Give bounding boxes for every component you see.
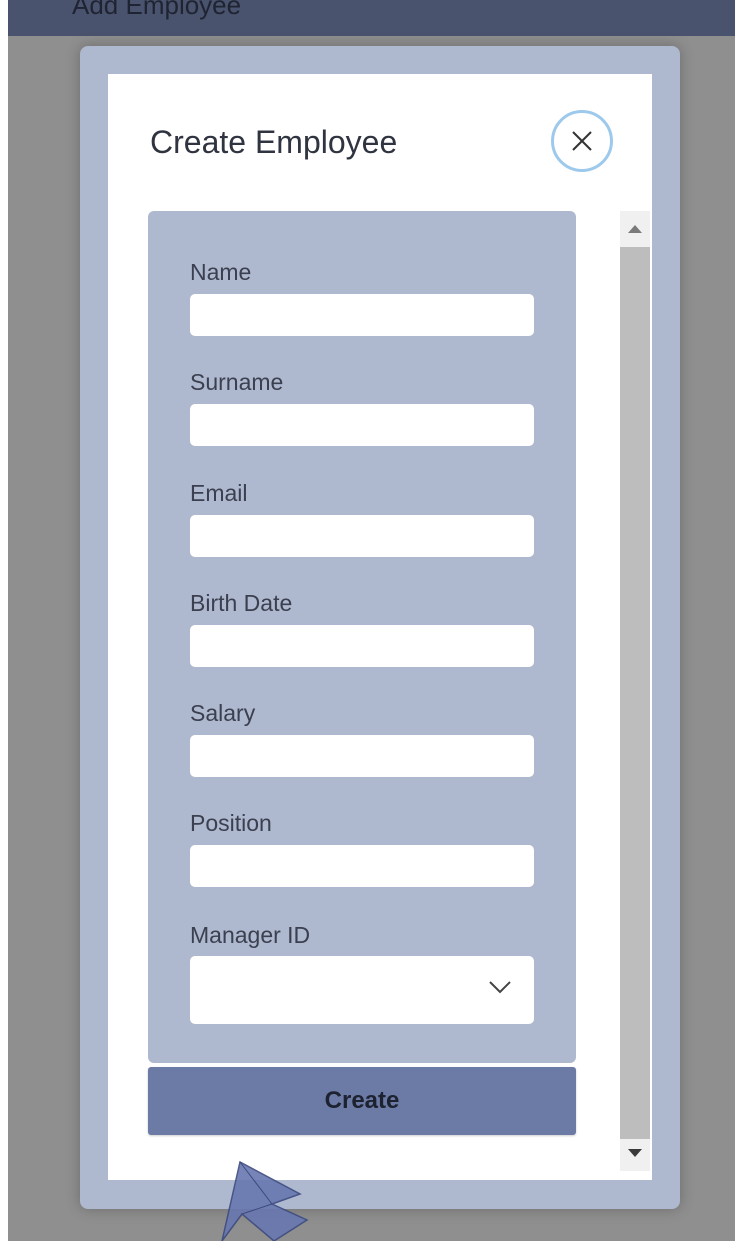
scrollbar[interactable] xyxy=(620,211,650,1171)
modal-title: Create Employee xyxy=(150,124,398,160)
screen: Add Employee Create Employee Name Surnam… xyxy=(0,0,735,1241)
name-input[interactable] xyxy=(190,294,534,336)
close-button[interactable] xyxy=(551,110,613,172)
surname-input[interactable] xyxy=(190,404,534,446)
scroll-down-arrow-icon xyxy=(628,1149,642,1157)
scrollbar-thumb[interactable] xyxy=(620,247,650,1139)
birth-date-input[interactable] xyxy=(190,625,534,667)
birth-date-label: Birth Date xyxy=(190,590,293,616)
chevron-down-icon xyxy=(489,981,511,994)
mouse-pointer-icon xyxy=(221,1160,309,1241)
page-edge xyxy=(0,0,8,1241)
background-header: Add Employee xyxy=(8,0,735,36)
employee-form: Name Surname Email Birth Date Salary Pos… xyxy=(148,211,576,1063)
manager-id-label: Manager ID xyxy=(190,922,311,948)
email-input[interactable] xyxy=(190,515,534,557)
salary-input[interactable] xyxy=(190,735,534,777)
create-employee-modal: Create Employee Name Surname Email Birth… xyxy=(108,74,652,1180)
position-label: Position xyxy=(190,810,272,836)
scroll-up-button[interactable] xyxy=(620,211,650,247)
surname-label: Surname xyxy=(190,369,284,395)
scroll-down-button[interactable] xyxy=(620,1135,650,1171)
background-header-title: Add Employee xyxy=(72,0,242,20)
name-label: Name xyxy=(190,259,252,285)
email-label: Email xyxy=(190,480,248,506)
create-button[interactable]: Create xyxy=(148,1067,576,1135)
close-icon xyxy=(572,131,592,151)
manager-id-select[interactable] xyxy=(190,956,534,1024)
modal-frame: Create Employee Name Surname Email Birth… xyxy=(80,46,680,1209)
scroll-up-arrow-icon xyxy=(628,225,642,233)
salary-label: Salary xyxy=(190,700,256,726)
position-input[interactable] xyxy=(190,845,534,887)
